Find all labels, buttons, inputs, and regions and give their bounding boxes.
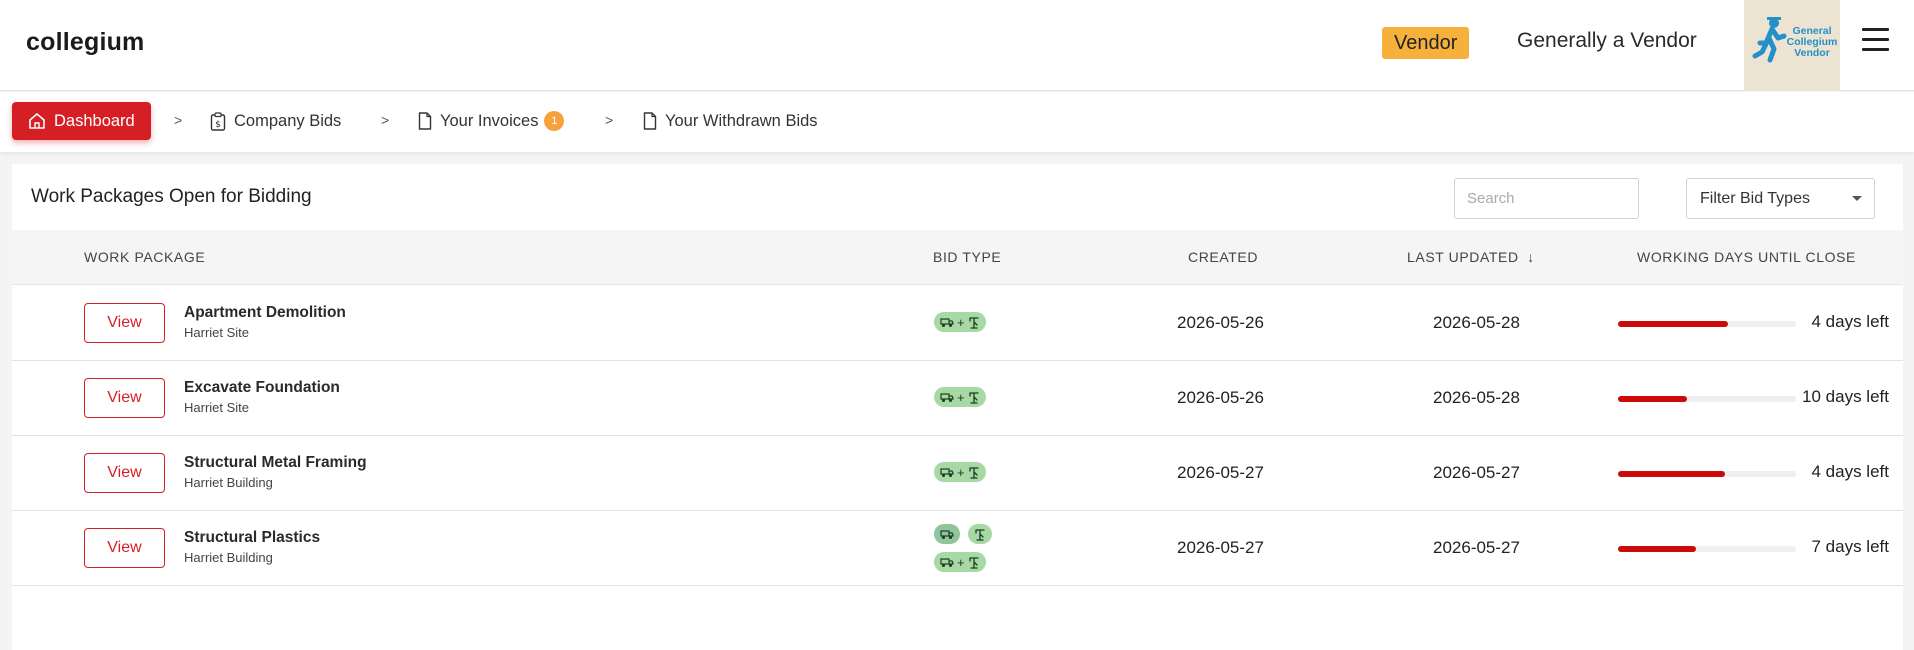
bid-type-pill-combined: +: [934, 387, 986, 407]
running-figure-icon: [1752, 17, 1787, 63]
worker-crane-icon: [968, 466, 979, 479]
nav-item-dashboard[interactable]: Dashboard: [12, 102, 151, 140]
brand-logo-text[interactable]: collegium: [26, 28, 145, 57]
worker-crane-icon: [975, 528, 985, 541]
view-button[interactable]: View: [84, 528, 165, 568]
nav-item-label: Your Invoices: [440, 111, 539, 130]
work-package-name: Excavate Foundation: [184, 379, 340, 396]
bid-type-pill-combined: +: [934, 312, 986, 332]
work-package-name: Apartment Demolition: [184, 304, 346, 321]
filter-bid-types-select[interactable]: Filter Bid Types: [1686, 178, 1875, 219]
breadcrumb-nav: Dashboard > $ Company Bids > Your Invoic…: [0, 92, 1914, 152]
plus-icon: +: [957, 554, 965, 570]
table-header: WORK PACKAGE BID TYPE CREATED LAST UPDAT…: [12, 230, 1903, 285]
bid-type-pill-delivery: [934, 524, 960, 544]
created-date: 2026-05-27: [1177, 538, 1264, 557]
column-header-working-days[interactable]: WORKING DAYS UNTIL CLOSE: [1637, 249, 1856, 265]
days-left-progress-bar: [1618, 471, 1796, 477]
truck-icon: [940, 467, 954, 477]
view-button[interactable]: View: [84, 453, 165, 493]
company-logo[interactable]: General Collegium Vendor: [1744, 0, 1840, 91]
days-left-text: 4 days left: [1811, 312, 1890, 331]
nav-item-your-withdrawn-bids[interactable]: Your Withdrawn Bids: [643, 102, 818, 140]
hamburger-menu-icon[interactable]: [1862, 28, 1890, 54]
progress-fill: [1618, 471, 1725, 477]
days-left-progress-bar: [1618, 396, 1796, 402]
work-package-name: Structural Metal Framing: [184, 454, 367, 471]
truck-icon: [940, 557, 954, 567]
view-button[interactable]: View: [84, 378, 165, 418]
table-row: View Structural Metal Framing Harriet Buil…: [12, 436, 1903, 511]
page-title: Work Packages Open for Bidding: [31, 186, 312, 207]
work-package-site: Harriet Building: [184, 475, 273, 490]
progress-fill: [1618, 396, 1687, 402]
progress-fill: [1618, 546, 1696, 552]
days-left-text: 4 days left: [1811, 462, 1890, 481]
breadcrumb-separator: >: [381, 112, 390, 128]
last-updated-date: 2026-05-28: [1433, 388, 1520, 407]
svg-text:$: $: [215, 120, 221, 130]
work-package-site: Harriet Site: [184, 325, 250, 340]
nav-item-company-bids[interactable]: $ Company Bids: [210, 102, 341, 140]
table-row: View Apartment Demolition Harriet Site +202…: [12, 286, 1903, 361]
work-package-name: Structural Plastics: [184, 529, 321, 546]
bid-type-pill-combined: +: [934, 552, 986, 572]
days-left-text: 7 days left: [1811, 537, 1890, 556]
nav-item-your-invoices[interactable]: Your Invoices 1: [418, 102, 565, 140]
table-row: View Excavate Foundation Harriet Site +2026…: [12, 361, 1903, 436]
plus-icon: +: [957, 389, 965, 405]
plus-icon: +: [957, 314, 965, 330]
created-date: 2026-05-26: [1177, 313, 1264, 332]
bid-type-pill-labor: [968, 524, 992, 544]
filter-select-label: Filter Bid Types: [1700, 190, 1810, 207]
nav-item-label: Company Bids: [234, 111, 342, 130]
work-packages-panel: Work Packages Open for Bidding Filter Bi…: [12, 164, 1903, 650]
column-header-bid-type[interactable]: BID TYPE: [933, 249, 1001, 265]
column-header-created[interactable]: CREATED: [1188, 249, 1258, 265]
progress-fill: [1618, 321, 1728, 327]
plus-icon: +: [957, 464, 965, 480]
breadcrumb-separator: >: [174, 112, 183, 128]
truck-icon: [940, 529, 954, 539]
days-left-progress-bar: [1618, 546, 1796, 552]
truck-icon: [940, 392, 954, 402]
breadcrumb-separator: >: [605, 112, 614, 128]
worker-crane-icon: [968, 391, 979, 404]
nav-item-label: Dashboard: [54, 111, 135, 130]
document-icon: [643, 112, 657, 130]
invoice-count-badge: 1: [544, 111, 565, 131]
nav-item-label: Your Withdrawn Bids: [665, 111, 818, 130]
clipboard-dollar-icon: $: [210, 111, 226, 131]
home-icon: [29, 113, 45, 129]
truck-icon: [940, 317, 954, 327]
document-icon: [418, 112, 432, 130]
worker-crane-icon: [968, 556, 979, 569]
work-package-site: Harriet Building: [184, 550, 273, 565]
search-input[interactable]: [1454, 178, 1639, 219]
column-header-label: LAST UPDATED: [1407, 249, 1519, 265]
caret-down-icon: [1852, 196, 1862, 201]
company-logo-text: General Collegium Vendor: [1786, 25, 1838, 59]
table-row: View Structural Plastics Harriet Building +…: [12, 511, 1903, 586]
created-date: 2026-05-26: [1177, 388, 1264, 407]
last-updated-date: 2026-05-27: [1433, 463, 1520, 482]
bid-type-pill-combined: +: [934, 462, 986, 482]
last-updated-date: 2026-05-27: [1433, 538, 1520, 557]
column-header-last-updated[interactable]: LAST UPDATED ↓: [1407, 249, 1535, 265]
top-header: collegium Vendor Generally a Vendor Gene…: [0, 0, 1914, 91]
created-date: 2026-05-27: [1177, 463, 1264, 482]
column-header-work-package[interactable]: WORK PACKAGE: [84, 249, 205, 265]
days-left-progress-bar: [1618, 321, 1796, 327]
role-badge: Vendor: [1382, 27, 1470, 59]
worker-crane-icon: [968, 316, 979, 329]
view-button[interactable]: View: [84, 303, 165, 343]
days-left-text: 10 days left: [1802, 387, 1889, 406]
sort-arrow-icon: ↓: [1527, 249, 1535, 265]
last-updated-date: 2026-05-28: [1433, 313, 1520, 332]
company-name: Generally a Vendor: [1517, 29, 1697, 52]
work-package-site: Harriet Site: [184, 400, 250, 415]
